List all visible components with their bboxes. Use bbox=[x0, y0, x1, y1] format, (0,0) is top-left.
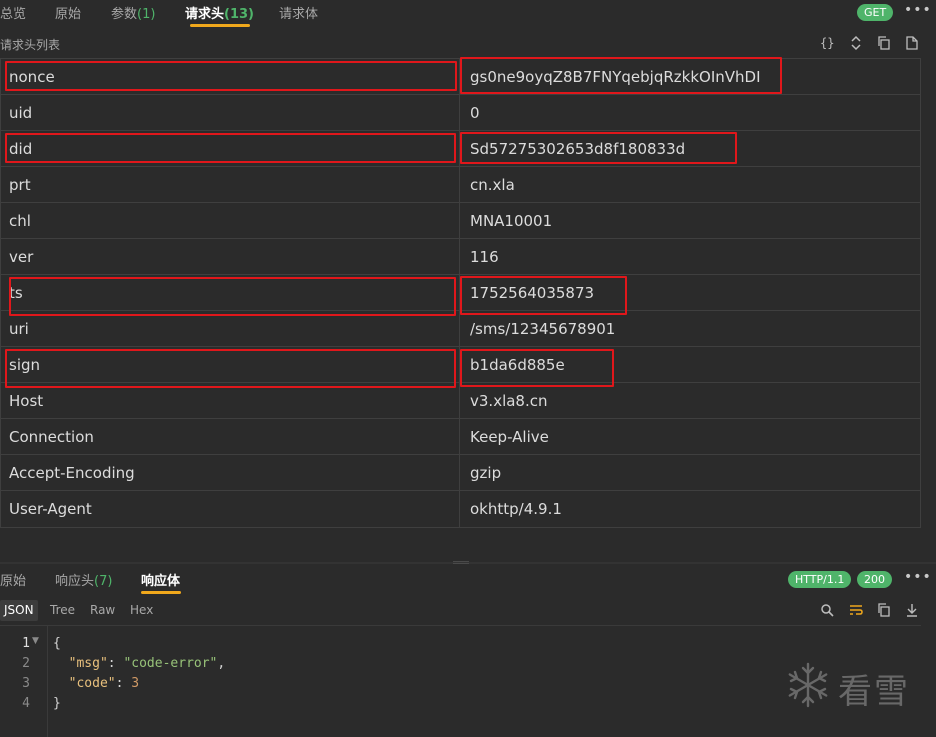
tab-response-body[interactable]: 响应体 bbox=[141, 570, 180, 589]
header-value: cn.xla bbox=[470, 176, 515, 194]
request-tab-bar: 总览 原始 参数(1) 请求头(13) 请求体 GET ••• bbox=[0, 0, 936, 30]
tab-overview[interactable]: 总览 bbox=[0, 3, 26, 22]
tab-response-headers[interactable]: 响应头(7) bbox=[55, 570, 112, 589]
code-line-4: } bbox=[53, 696, 61, 711]
highlight-nonce-value bbox=[460, 57, 782, 94]
tab-params[interactable]: 参数(1) bbox=[111, 3, 155, 22]
header-key: uid bbox=[9, 104, 33, 122]
header-key: chl bbox=[9, 212, 31, 230]
status-code-badge: 200 bbox=[857, 571, 892, 588]
method-badge: GET bbox=[857, 4, 894, 21]
json-key: "code" bbox=[68, 676, 116, 691]
header-key: Accept-Encoding bbox=[9, 464, 135, 482]
header-row-uid[interactable]: uid 0 bbox=[1, 95, 920, 131]
more-options-icon[interactable]: ••• bbox=[904, 569, 932, 585]
code-line-2: "msg": "code-error", bbox=[68, 656, 226, 671]
line-number: 2 bbox=[22, 656, 30, 671]
section-label: 请求头列表 bbox=[0, 38, 61, 52]
highlight-ts-key bbox=[9, 277, 456, 316]
tab-label: 总览 bbox=[0, 7, 27, 22]
download-icon[interactable] bbox=[905, 602, 919, 618]
tab-request-body[interactable]: 请求体 bbox=[279, 3, 318, 22]
json-string: "code-error" bbox=[123, 656, 218, 671]
header-key: uri bbox=[9, 320, 29, 338]
view-hex[interactable]: Hex bbox=[130, 603, 153, 617]
tab-raw[interactable]: 原始 bbox=[55, 3, 81, 22]
json-number: 3 bbox=[131, 676, 140, 691]
http-version-badge: HTTP/1.1 bbox=[788, 571, 852, 588]
sort-icon[interactable] bbox=[849, 35, 863, 51]
line-number: 1 bbox=[22, 636, 30, 651]
header-value: 116 bbox=[470, 248, 499, 266]
response-tab-bar: 原始 响应头(7) 响应体 HTTP/1.1 200 ••• bbox=[0, 564, 936, 596]
svg-text:{}: {} bbox=[820, 36, 834, 50]
gutter-divider bbox=[47, 626, 48, 737]
header-key: User-Agent bbox=[9, 500, 92, 518]
header-row-prt[interactable]: prt cn.xla bbox=[1, 167, 920, 203]
more-options-icon[interactable]: ••• bbox=[904, 2, 932, 18]
active-tab-indicator bbox=[141, 591, 181, 594]
header-row-host[interactable]: Host v3.xla8.cn bbox=[1, 383, 920, 419]
header-value: Keep-Alive bbox=[470, 428, 549, 446]
view-raw[interactable]: Raw bbox=[90, 603, 115, 617]
header-value: v3.xla8.cn bbox=[470, 392, 548, 410]
watermark: 看雪 bbox=[783, 660, 923, 716]
fold-arrow-icon[interactable]: ▼ bbox=[32, 636, 39, 646]
tab-count: (13) bbox=[224, 7, 254, 22]
tab-label: 响应头 bbox=[55, 574, 95, 589]
snowflake-icon bbox=[788, 662, 828, 708]
header-row-chl[interactable]: chl MNA10001 bbox=[1, 203, 920, 239]
copy-icon[interactable] bbox=[877, 35, 891, 51]
code-line-3: "code": 3 bbox=[68, 676, 140, 691]
copy-icon[interactable] bbox=[877, 602, 891, 618]
header-value: 0 bbox=[470, 104, 480, 122]
highlight-did-key bbox=[5, 133, 456, 163]
header-row-user-agent[interactable]: User-Agent okhttp/4.9.1 bbox=[1, 491, 920, 527]
search-icon[interactable] bbox=[820, 602, 834, 618]
header-row-connection[interactable]: Connection Keep-Alive bbox=[1, 419, 920, 455]
braces-icon[interactable]: {} bbox=[820, 35, 834, 51]
highlight-sign-key bbox=[5, 349, 456, 388]
json-brace: } bbox=[53, 696, 61, 711]
header-value: MNA10001 bbox=[470, 212, 553, 230]
tab-count: (1) bbox=[137, 7, 156, 22]
highlight-ts-value bbox=[460, 276, 627, 315]
json-key: "msg" bbox=[68, 656, 108, 671]
tab-count: (7) bbox=[94, 574, 113, 589]
watermark-text: 看雪 bbox=[838, 672, 910, 712]
header-key: ver bbox=[9, 248, 34, 266]
header-key: prt bbox=[9, 176, 31, 194]
tab-response-raw[interactable]: 原始 bbox=[0, 570, 26, 589]
header-row-uri[interactable]: uri/sms/12345678901 bbox=[1, 311, 920, 347]
header-row-accept-encoding[interactable]: Accept-Encoding gzip bbox=[1, 455, 920, 491]
line-number: 3 bbox=[22, 676, 30, 691]
tab-label: 请求头 bbox=[185, 7, 225, 22]
active-tab-indicator bbox=[190, 24, 250, 27]
tab-label: 响应体 bbox=[141, 574, 181, 589]
highlight-did-value bbox=[460, 132, 737, 164]
header-key: Host bbox=[9, 392, 44, 410]
header-key: Connection bbox=[9, 428, 94, 446]
code-line-1: { bbox=[53, 636, 61, 651]
header-row-ver[interactable]: ver 116 bbox=[1, 239, 920, 275]
tab-label: 原始 bbox=[55, 7, 82, 22]
line-number: 4 bbox=[22, 696, 30, 711]
tab-label: 参数 bbox=[111, 7, 138, 22]
header-value: gzip bbox=[470, 464, 502, 482]
json-brace: { bbox=[53, 636, 61, 651]
tab-label: 请求体 bbox=[279, 7, 319, 22]
header-value: /sms/12345678901 bbox=[470, 320, 616, 338]
file-icon[interactable] bbox=[905, 35, 919, 51]
view-tree[interactable]: Tree bbox=[50, 603, 75, 617]
highlight-sign-value bbox=[460, 349, 614, 387]
header-value: okhttp/4.9.1 bbox=[470, 500, 562, 518]
tab-label: 原始 bbox=[0, 574, 27, 589]
highlight-nonce-key bbox=[5, 61, 457, 91]
view-json[interactable]: JSON bbox=[0, 600, 38, 621]
tab-request-headers[interactable]: 请求头(13) bbox=[185, 3, 254, 22]
wrap-icon[interactable] bbox=[849, 602, 863, 618]
